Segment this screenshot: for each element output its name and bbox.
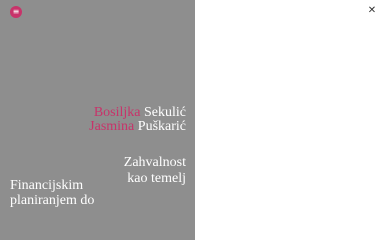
close-icon: ✕ (367, 5, 377, 16)
author-2-last-name: Puškarić (137, 119, 186, 134)
author-1-last-name: Sekulić (144, 105, 186, 120)
cover-panel: ≡ Bosiljka Sekulić Jasmina Puškarić Zahv… (0, 0, 195, 240)
menu-button[interactable]: ≡ (10, 6, 22, 18)
author-1-first-name: Bosiljka (93, 105, 141, 120)
book-title-line-1: Zahvalnost (123, 155, 186, 170)
author-2-first-name: Jasmina (89, 119, 135, 134)
book-subtitle-line-1: Financijskim (10, 178, 84, 193)
book-subtitle: Financijskim planiranjem do (10, 178, 160, 208)
book-subtitle-line-2: planiranjem do (10, 193, 95, 208)
menu-icon: ≡ (12, 7, 20, 16)
content-panel: ✕ (195, 0, 390, 240)
close-button[interactable]: ✕ (366, 5, 378, 17)
author-2: Jasmina Puškarić (89, 119, 186, 135)
